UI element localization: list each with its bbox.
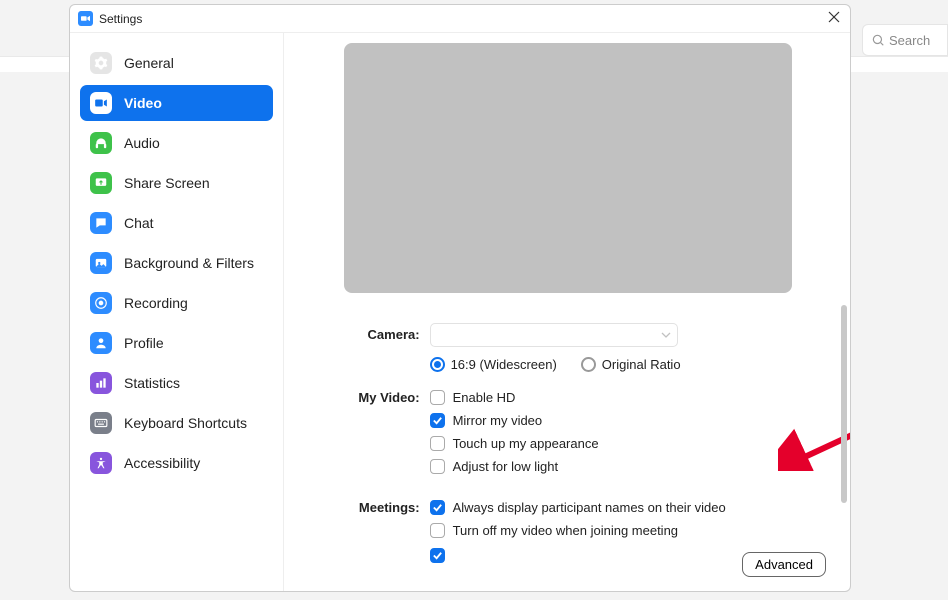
enable-hd-checkbox[interactable]: Enable HD [430, 386, 786, 409]
sidebar-item-label: Audio [124, 135, 160, 151]
show-participant-names-checkbox-label: Always display participant names on thei… [453, 500, 726, 515]
sidebar-item-label: General [124, 55, 174, 71]
checkbox [430, 390, 445, 405]
chat-icon [90, 212, 112, 234]
window-title: Settings [99, 12, 142, 26]
sidebar-item-label: Chat [124, 215, 154, 231]
myvideo-label: My Video: [344, 386, 430, 405]
video-preview [344, 43, 792, 293]
sidebar-item-label: Statistics [124, 375, 180, 391]
checkbox [430, 500, 445, 515]
sidebar-item-label: Recording [124, 295, 188, 311]
checkbox [430, 548, 445, 563]
touch-up-appearance-checkbox[interactable]: Touch up my appearance [430, 432, 786, 455]
keyboard-icon [90, 412, 112, 434]
mirror-video-checkbox-label: Mirror my video [453, 413, 543, 428]
settings-main: Camera: 16:9 (Widescreen) Original Ratio [284, 33, 850, 591]
annotation-arrow [778, 411, 850, 471]
mirror-video-checkbox[interactable]: Mirror my video [430, 409, 786, 432]
sidebar-item-keyboard-shortcuts[interactable]: Keyboard Shortcuts [80, 405, 273, 441]
ratio-original-radio[interactable]: Original Ratio [581, 357, 681, 372]
sidebar-item-label: Background & Filters [124, 255, 254, 271]
bgfilters-icon [90, 252, 112, 274]
close-icon [828, 11, 840, 23]
sidebar-item-share-screen[interactable]: Share Screen [80, 165, 273, 201]
checkbox [430, 459, 445, 474]
camera-label: Camera: [344, 323, 430, 342]
share-icon [90, 172, 112, 194]
ratio-original-label: Original Ratio [602, 357, 681, 372]
sidebar-item-video[interactable]: Video [80, 85, 273, 121]
sidebar-item-profile[interactable]: Profile [80, 325, 273, 361]
gear-icon [90, 52, 112, 74]
stats-icon [90, 372, 112, 394]
touch-up-appearance-checkbox-label: Touch up my appearance [453, 436, 599, 451]
close-button[interactable] [826, 9, 842, 28]
ratio-widescreen-radio[interactable]: 16:9 (Widescreen) [430, 357, 557, 372]
sidebar-item-label: Keyboard Shortcuts [124, 415, 247, 431]
profile-icon [90, 332, 112, 354]
enable-hd-checkbox-label: Enable HD [453, 390, 516, 405]
checkbox [430, 436, 445, 451]
search-icon [871, 33, 885, 47]
settings-window: Settings General Video Audio Share Screen Ch… [69, 4, 851, 592]
checkbox [430, 523, 445, 538]
chevron-down-icon [661, 330, 671, 340]
sidebar-item-general[interactable]: General [80, 45, 273, 81]
meetings-label: Meetings: [344, 496, 430, 515]
sidebar-item-label: Profile [124, 335, 164, 351]
sidebar-item-chat[interactable]: Chat [80, 205, 273, 241]
sidebar-item-statistics[interactable]: Statistics [80, 365, 273, 401]
video-icon [90, 92, 112, 114]
sidebar-item-label: Accessibility [124, 455, 200, 471]
turn-off-video-on-join-checkbox[interactable]: Turn off my video when joining meeting [430, 519, 786, 542]
meeting-option-cutoff[interactable] [430, 544, 786, 567]
settings-sidebar: General Video Audio Share Screen Chat Backgro… [70, 33, 284, 591]
titlebar: Settings [70, 5, 850, 33]
adjust-low-light-checkbox[interactable]: Adjust for low light [430, 455, 786, 478]
advanced-button[interactable]: Advanced [742, 552, 826, 577]
camera-select[interactable] [430, 323, 678, 347]
sidebar-item-label: Share Screen [124, 175, 210, 191]
sidebar-item-background-filters[interactable]: Background & Filters [80, 245, 273, 281]
zoom-app-icon [78, 11, 93, 26]
headphones-icon [90, 132, 112, 154]
search-placeholder: Search [889, 33, 930, 48]
checkbox [430, 413, 445, 428]
turn-off-video-on-join-checkbox-label: Turn off my video when joining meeting [453, 523, 678, 538]
scrollbar-thumb[interactable] [841, 305, 847, 503]
sidebar-item-recording[interactable]: Recording [80, 285, 273, 321]
sidebar-item-accessibility[interactable]: Accessibility [80, 445, 273, 481]
accessibility-icon [90, 452, 112, 474]
adjust-low-light-checkbox-label: Adjust for low light [453, 459, 559, 474]
search-box[interactable]: Search [862, 24, 948, 56]
ratio-widescreen-label: 16:9 (Widescreen) [451, 357, 557, 372]
record-icon [90, 292, 112, 314]
sidebar-item-label: Video [124, 95, 162, 111]
sidebar-item-audio[interactable]: Audio [80, 125, 273, 161]
show-participant-names-checkbox[interactable]: Always display participant names on thei… [430, 496, 786, 519]
